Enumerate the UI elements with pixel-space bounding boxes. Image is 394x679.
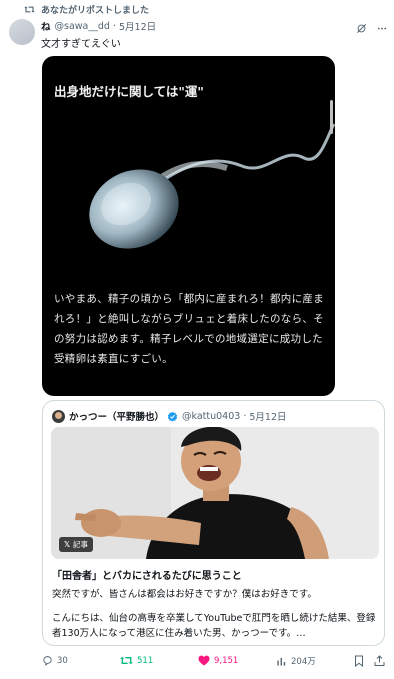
reply-icon (43, 656, 52, 666)
repost-indicator[interactable]: あなたがリポストしました (24, 3, 149, 16)
quoted-post-card[interactable]: かっつー（平野勝也） @kattu0403 · 5月12日 𝕏 記事 「田舎者」… (42, 400, 385, 646)
share-icon (374, 655, 385, 666)
reply-button[interactable]: 30 (42, 655, 68, 666)
article-cover-image[interactable]: 𝕏 記事 (51, 427, 379, 559)
repost-icon (24, 6, 35, 13)
like-button[interactable]: 9,151 (198, 655, 238, 666)
repost-count: 511 (137, 655, 154, 666)
man-pointing-photo (51, 427, 379, 559)
heart-icon (198, 655, 210, 666)
quote-avatar[interactable] (52, 409, 65, 423)
reply-count: 30 (57, 655, 68, 666)
author-handle[interactable]: @sawa__dd (55, 21, 110, 32)
article-title[interactable]: 「田舎者」とバカにされるたびに思うこと (52, 567, 242, 582)
share-button[interactable] (374, 655, 389, 667)
views-button[interactable]: 204万 (276, 655, 316, 667)
media-body-text: いやまあ、精子の頃から「都内に産まれろ！都内に産まれろ！」と絶叫しながらブリュェ… (54, 293, 324, 365)
view-count: 204万 (291, 657, 316, 667)
grok-icon[interactable] (356, 19, 367, 38)
more-icon[interactable] (376, 19, 388, 38)
x-logo-icon: 𝕏 (64, 540, 71, 549)
media-scroll-indicator (330, 100, 333, 134)
action-bar: 30 511 9,151 204万 (42, 655, 387, 671)
repost-icon (120, 656, 133, 665)
bookmark-button[interactable] (354, 655, 368, 667)
tweet-text: 文才すぎてえぐい (41, 39, 121, 50)
article-subtitle: 突然ですが、皆さんは都会はお好きですか？僕はお好きです。 (52, 589, 317, 600)
bar-chart-icon (277, 657, 286, 666)
quote-author-name[interactable]: かっつー（平野勝也） (69, 409, 164, 423)
repost-button[interactable]: 511 (120, 655, 153, 666)
separator: · (243, 410, 247, 422)
quote-header: かっつー（平野勝也） @kattu0403 · 5月12日 (52, 409, 287, 423)
author-name[interactable]: ね (41, 19, 51, 33)
like-count: 9,151 (214, 655, 239, 666)
tweet-date[interactable]: 5月12日 (119, 19, 156, 33)
article-badge: 𝕏 記事 (59, 537, 94, 552)
quote-date[interactable]: 5月12日 (249, 409, 286, 423)
media-title: 出身地だけに関しては"運" (54, 84, 204, 99)
separator: · (112, 20, 116, 32)
avatar[interactable] (9, 19, 35, 45)
tweet-media-image[interactable]: 出身地だけに関しては"運" いやまあ、精子の頃から「都内に産まれろ！都内に産まれ… (42, 56, 335, 396)
bookmark-icon (355, 655, 363, 667)
article-badge-label: 記事 (73, 540, 89, 549)
verified-badge-icon (167, 411, 178, 422)
repost-label: あなたがリポストしました (41, 6, 150, 16)
tweet-header: ね @sawa__dd · 5月12日 (41, 19, 156, 34)
quote-author-handle[interactable]: @kattu0403 (182, 411, 240, 422)
sperm-illustration (89, 123, 335, 249)
article-body-preview: こんにちは、仙台の高専を卒業してYouTubeで肛門を晒し続けた結果、登録者13… (52, 613, 376, 639)
